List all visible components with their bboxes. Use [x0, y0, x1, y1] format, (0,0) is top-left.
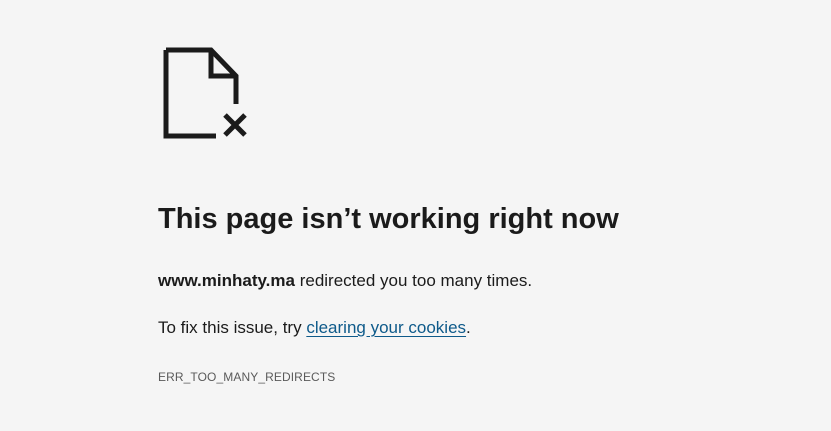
error-code: ERR_TOO_MANY_REDIRECTS — [158, 370, 336, 384]
error-page: This page isn’t working right now www.mi… — [0, 0, 831, 431]
error-message: www.minhaty.ma redirected you too many t… — [158, 270, 532, 292]
error-message-text: redirected you too many times. — [294, 271, 533, 290]
fix-suggestion: To fix this issue, try clearing your coo… — [158, 317, 471, 339]
fix-prefix: To fix this issue, try — [158, 318, 307, 337]
clear-cookies-link[interactable]: clearing your cookies — [306, 318, 466, 337]
error-domain: www.minhaty.ma — [158, 271, 295, 290]
fix-suffix: . — [466, 318, 471, 337]
page-title: This page isn’t working right now — [158, 203, 619, 235]
broken-document-icon — [163, 47, 247, 139]
